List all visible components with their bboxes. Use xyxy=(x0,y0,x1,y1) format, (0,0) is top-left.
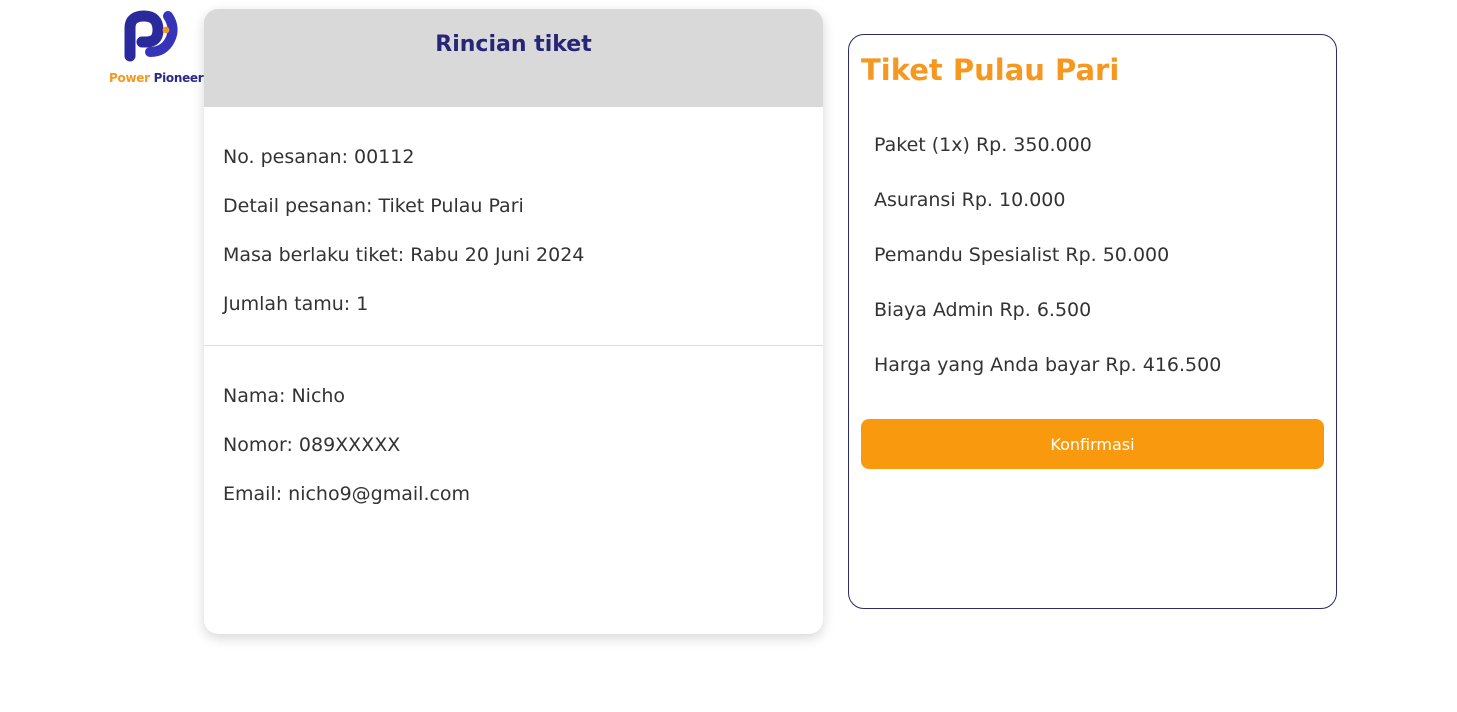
price-line-total: Harga yang Anda bayar Rp. 416.500 xyxy=(874,354,1222,376)
price-list: Paket (1x) Rp. 350.000 Asuransi Rp. 10.0… xyxy=(874,133,1221,408)
price-line-guide: Pemandu Spesialist Rp. 50.000 xyxy=(874,244,1170,266)
confirm-button[interactable]: Konfirmasi xyxy=(861,419,1324,469)
guest-name: Nama: Nicho xyxy=(223,385,346,407)
price-summary-card: Tiket Pulau Pari Paket (1x) Rp. 350.000 … xyxy=(848,34,1337,609)
ticket-details-title: Rincian tiket xyxy=(435,32,592,57)
brand-name: Power Pioneers xyxy=(109,71,211,85)
price-summary-title: Tiket Pulau Pari xyxy=(861,53,1120,87)
ticket-details-header: Rincian tiket xyxy=(204,9,823,107)
price-line-package: Paket (1x) Rp. 350.000 xyxy=(874,134,1092,156)
order-detail: Detail pesanan: Tiket Pulau Pari xyxy=(223,195,524,217)
guest-email: Email: nicho9@gmail.com xyxy=(223,483,471,505)
ticket-details-card: Rincian tiket No. pesanan: 00112 Detail … xyxy=(204,9,823,634)
guest-info-section: Nama: Nicho Nomor: 089XXXXX Email: nicho… xyxy=(204,346,823,531)
ticket-validity: Masa berlaku tiket: Rabu 20 Juni 2024 xyxy=(223,244,585,266)
order-info-section: No. pesanan: 00112 Detail pesanan: Tiket… xyxy=(204,107,823,346)
brand-logo[interactable]: Power Pioneers xyxy=(106,8,211,88)
guest-count: Jumlah tamu: 1 xyxy=(223,293,369,315)
order-number: No. pesanan: 00112 xyxy=(223,146,415,168)
brand-name-word-2: Pioneers xyxy=(153,71,211,85)
price-line-admin-fee: Biaya Admin Rp. 6.500 xyxy=(874,299,1092,321)
brand-name-word-1: Power xyxy=(109,71,150,85)
price-line-insurance: Asuransi Rp. 10.000 xyxy=(874,189,1066,211)
page: Power Pioneers Rincian tiket No. pesanan… xyxy=(0,0,1457,712)
guest-phone: Nomor: 089XXXXX xyxy=(223,434,401,456)
power-pioneers-logo-icon xyxy=(124,10,178,62)
